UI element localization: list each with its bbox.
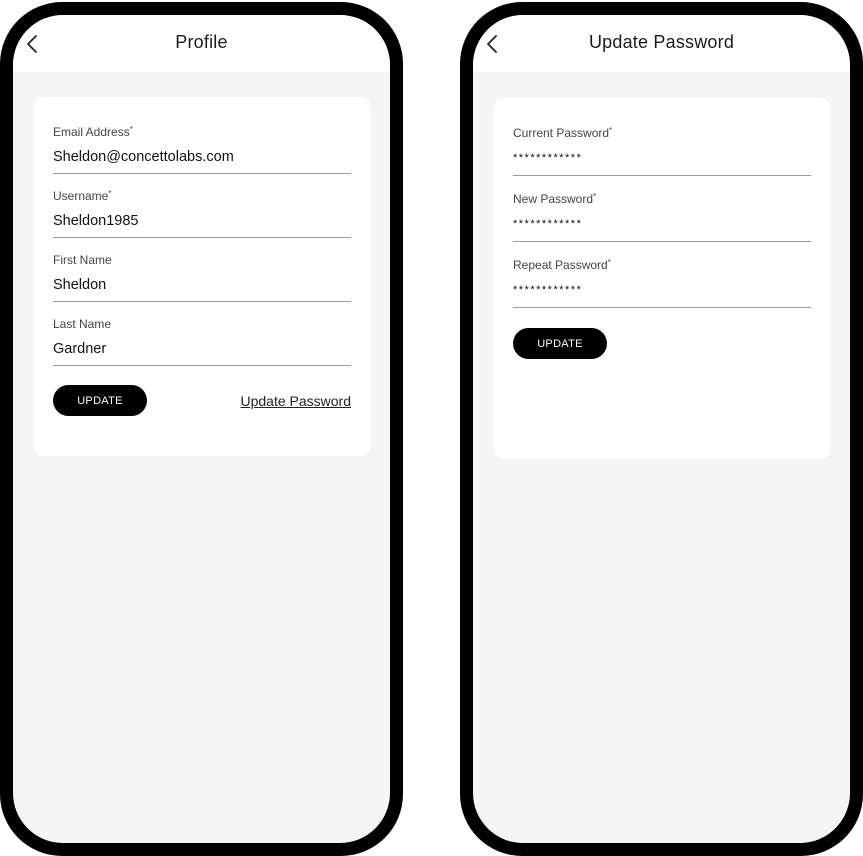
update-button[interactable]: UPDATE xyxy=(53,385,147,416)
current-password-label: Current Password* xyxy=(513,126,613,140)
new-password-field-group: New Password* xyxy=(513,192,811,242)
profile-screen: Profile Email Address* Username* First N… xyxy=(13,15,390,843)
username-field[interactable] xyxy=(53,212,351,238)
password-form-card: Current Password* New Password* Repeat P… xyxy=(494,98,830,459)
new-password-field[interactable] xyxy=(513,215,811,242)
profile-phone-frame: Profile Email Address* Username* First N… xyxy=(0,2,403,856)
new-password-label: New Password* xyxy=(513,192,597,206)
last-name-field[interactable] xyxy=(53,340,351,366)
page-title: Profile xyxy=(175,32,228,52)
email-field[interactable] xyxy=(53,148,351,174)
first-name-field[interactable] xyxy=(53,276,351,302)
required-marker: * xyxy=(607,258,611,267)
required-marker: * xyxy=(108,189,112,198)
required-marker: * xyxy=(593,192,597,201)
update-password-screen: Update Password Current Password* New Pa… xyxy=(473,15,850,843)
profile-actions: UPDATE Update Password xyxy=(53,385,351,416)
repeat-password-field-group: Repeat Password* xyxy=(513,258,811,308)
current-password-field-group: Current Password* xyxy=(513,126,811,176)
email-field-group: Email Address* xyxy=(53,125,351,174)
chevron-left-icon xyxy=(487,35,497,53)
page-title: Update Password xyxy=(588,32,735,52)
current-password-field[interactable] xyxy=(513,149,811,176)
back-button[interactable] xyxy=(485,33,501,55)
username-label: Username* xyxy=(53,189,112,203)
last-name-field-group: Last Name xyxy=(53,317,351,366)
update-password-link[interactable]: Update Password xyxy=(240,393,351,409)
repeat-password-field[interactable] xyxy=(513,281,811,308)
repeat-password-label: Repeat Password* xyxy=(513,258,611,272)
last-name-label: Last Name xyxy=(53,317,112,331)
profile-form-card: Email Address* Username* First Name Last… xyxy=(34,97,370,456)
username-field-group: Username* xyxy=(53,189,351,238)
required-marker: * xyxy=(609,126,613,135)
password-header: Update Password xyxy=(473,15,850,72)
password-phone-frame: Update Password Current Password* New Pa… xyxy=(460,2,863,856)
update-button[interactable]: UPDATE xyxy=(513,328,607,359)
password-actions: UPDATE xyxy=(513,328,811,359)
back-button[interactable] xyxy=(25,33,41,55)
profile-header: Profile xyxy=(13,15,390,72)
required-marker: * xyxy=(129,125,133,134)
email-label: Email Address* xyxy=(53,125,133,139)
chevron-left-icon xyxy=(27,35,37,53)
first-name-field-group: First Name xyxy=(53,253,351,302)
first-name-label: First Name xyxy=(53,253,112,267)
